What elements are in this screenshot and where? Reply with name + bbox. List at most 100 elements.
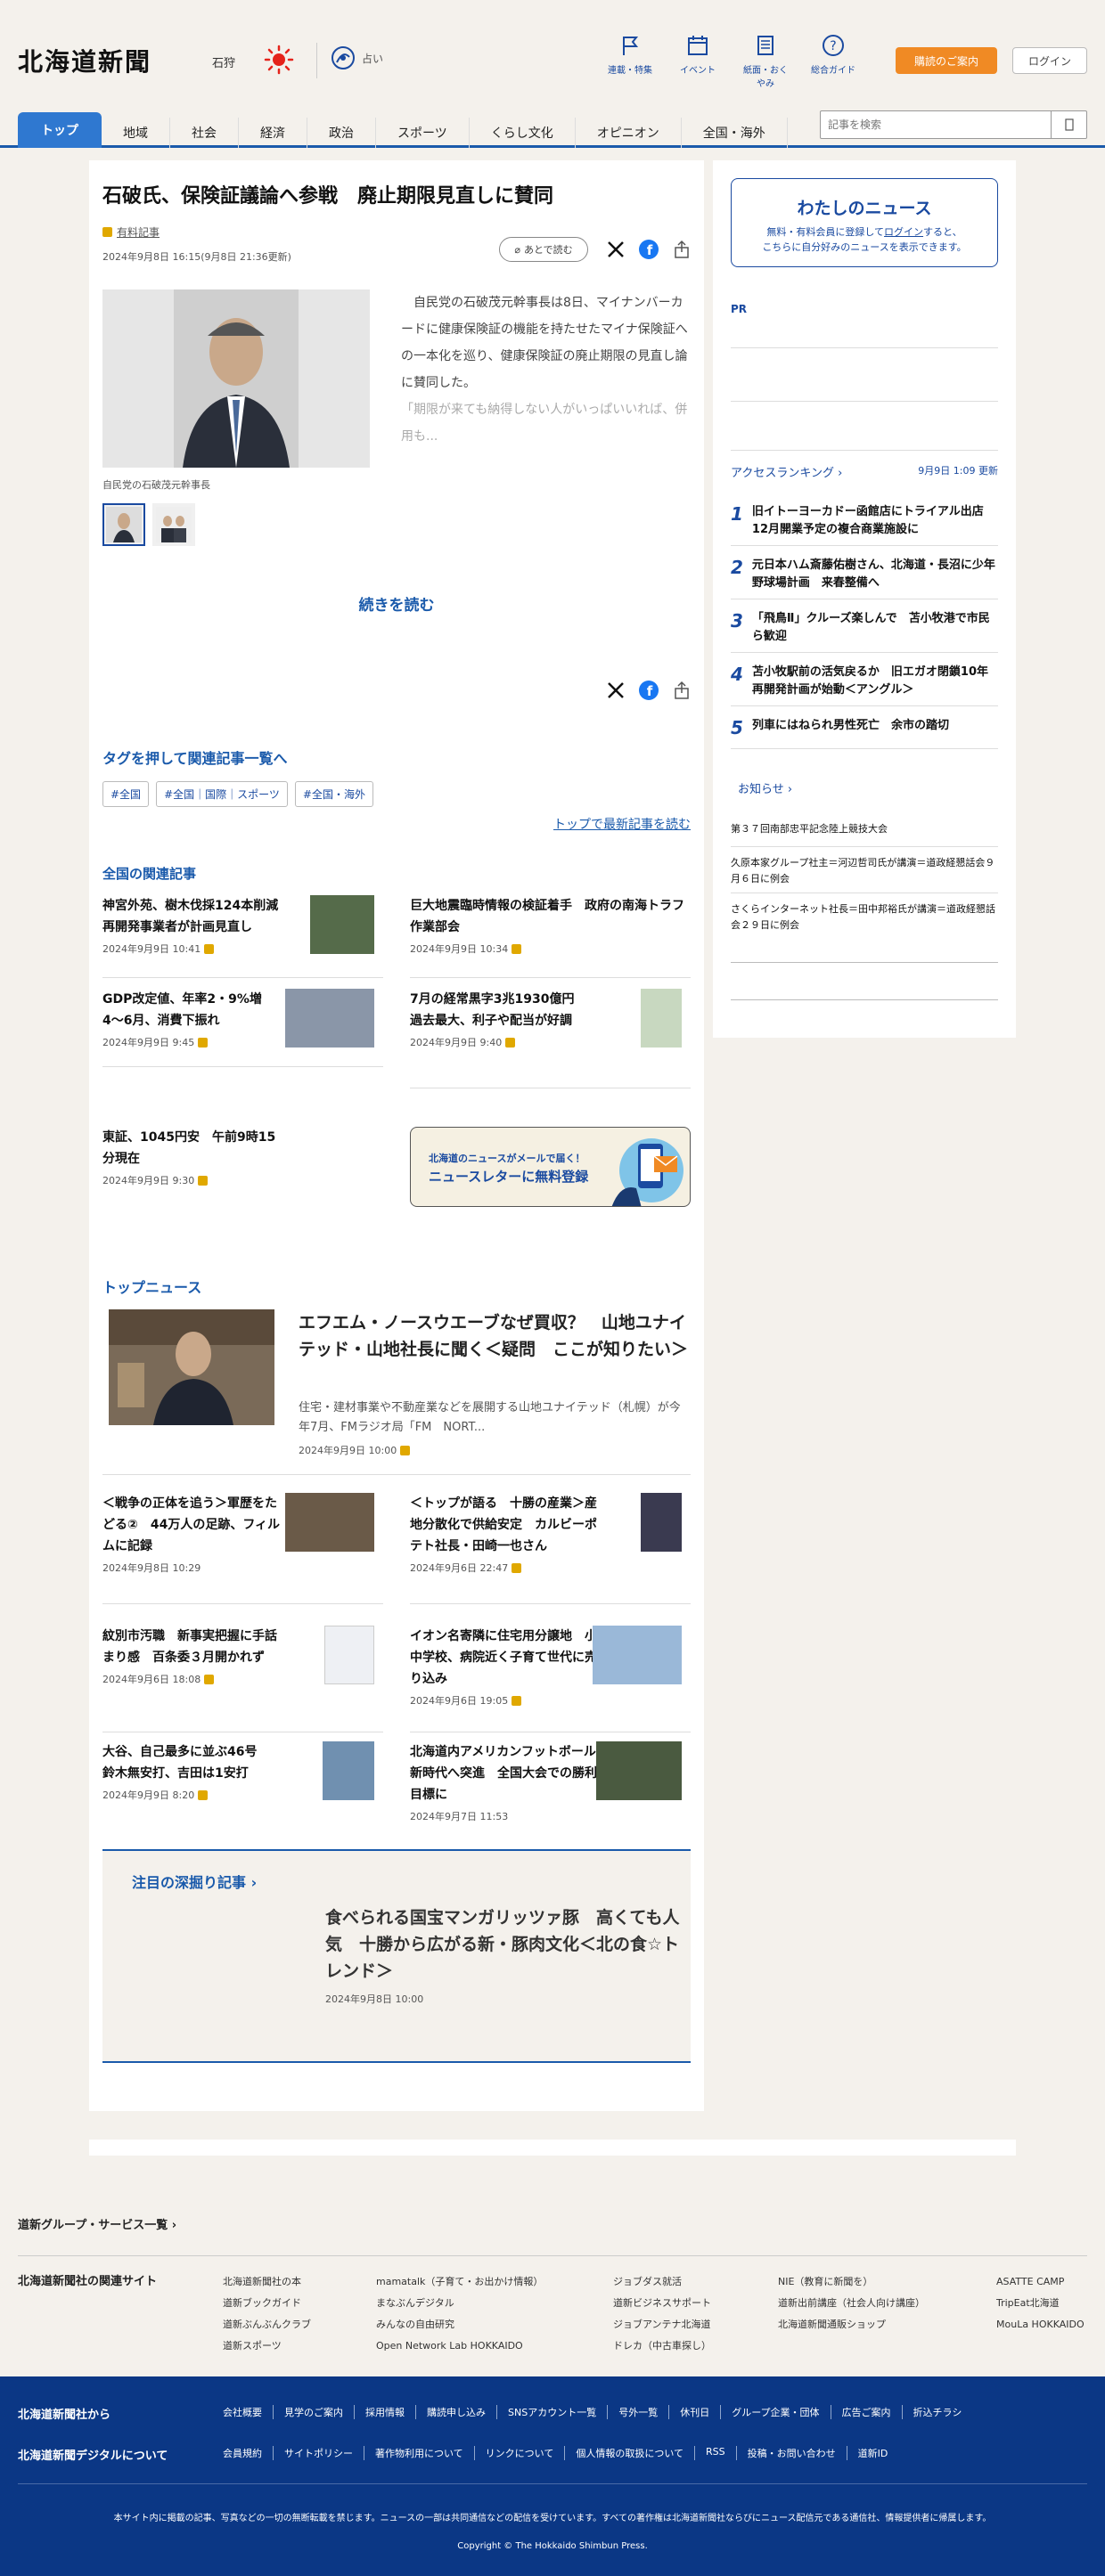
ranking-item[interactable]: 1 旧イトーヨーカドー函館店にトライアル出店 12月開業予定の複合商業施設に: [731, 503, 998, 539]
nav-guide[interactable]: ? 総合ガイド: [807, 34, 859, 89]
facebook-share-icon[interactable]: f: [638, 239, 659, 260]
related-article[interactable]: GDP改定値、年率2・9%増 4～6月、消費下振れ 2024年9月9日 9:45: [102, 989, 383, 1067]
footer-link[interactable]: 個人情報の取扱について: [564, 2446, 694, 2460]
share-icon[interactable]: [672, 240, 692, 259]
footer-link[interactable]: 道新ブックガイド: [223, 2293, 311, 2314]
footer-link[interactable]: mamatalk（子育て・お出かけ情報）: [376, 2271, 543, 2293]
x-share-icon[interactable]: [606, 681, 626, 700]
footer-link[interactable]: ドレカ（中古車探し）: [613, 2336, 711, 2357]
notice-item[interactable]: 久原本家グループ社主＝河辺哲司氏が講演＝道政経懇話会９月６日に例会: [731, 855, 998, 887]
search-button[interactable]: [1051, 111, 1086, 138]
footer-link[interactable]: SNSアカウント一覧: [496, 2405, 607, 2419]
my-news-login-link[interactable]: ログイン: [884, 226, 923, 238]
tab-sports[interactable]: スポーツ: [376, 118, 470, 148]
tab-local[interactable]: 地域: [102, 118, 170, 148]
related-article[interactable]: 7月の経常黒字3兆1930億円 過去最大、利子や配当が好調 2024年9月9日 …: [410, 989, 691, 1088]
top-news-lead-title[interactable]: エフエム・ノースウエーブなぜ買収？ 山地ユナイテッド・山地社長に聞く＜疑問 ここ…: [299, 1309, 691, 1363]
top-news-item[interactable]: ＜戦争の正体を追う＞軍歴をたどる② 44万人の足跡、フィルムに記録 2024年9…: [102, 1493, 383, 1604]
footer-link[interactable]: 北海道新聞通販ショップ: [778, 2314, 925, 2336]
footer-link[interactable]: 会社概要: [223, 2405, 273, 2419]
footer-link[interactable]: 号外一覧: [607, 2405, 668, 2419]
login-button[interactable]: ログイン: [1012, 47, 1087, 74]
x-share-icon[interactable]: [606, 240, 626, 259]
footer-link[interactable]: ジョブアンテナ北海道: [613, 2314, 711, 2336]
nav-events[interactable]: イベント: [672, 34, 724, 89]
top-news-item[interactable]: 紋別市汚職 新事実把握に手話まり感 百条委３月開かれず 2024年9月6日 18…: [102, 1626, 383, 1732]
footer-link[interactable]: 折込チラシ: [901, 2405, 973, 2419]
read-later-button[interactable]: ⌀ あとで読む: [499, 237, 588, 262]
footer-link[interactable]: リンクについて: [473, 2446, 565, 2460]
tab-top[interactable]: トップ: [18, 112, 102, 148]
footer-link[interactable]: 休刊日: [668, 2405, 720, 2419]
footer-link[interactable]: ジョブダス就活: [613, 2271, 711, 2293]
footer-link[interactable]: 北海道新聞社の本: [223, 2271, 311, 2293]
footer-link[interactable]: 投稿・お問い合わせ: [735, 2446, 847, 2460]
top-news-item[interactable]: 北海道内アメリカンフットボール 新時代へ突進 全国大会での勝利目標に 2024年…: [410, 1741, 691, 1830]
footer-link[interactable]: Open Network Lab HOKKAIDO: [376, 2336, 543, 2357]
tag-national-overseas[interactable]: #全国・海外: [294, 781, 373, 807]
ranking-title[interactable]: アクセスランキング ›: [731, 463, 842, 480]
footer-link[interactable]: 採用情報: [354, 2405, 415, 2419]
tab-culture[interactable]: くらし文化: [470, 118, 576, 148]
subscribe-button[interactable]: 購読のご案内: [896, 47, 997, 74]
search-input[interactable]: [821, 111, 1051, 138]
footer-link[interactable]: 購読申し込み: [415, 2405, 496, 2419]
ranking-item[interactable]: 2 元日本ハム斎藤佑樹さん、北海道・長沼に少年野球場計画 来春整備へ: [731, 557, 998, 592]
notice-item[interactable]: 第３７回南部忠平記念陸上競技大会: [731, 821, 998, 837]
group-services-link[interactable]: 道新グループ・サービス一覧 ›: [18, 2215, 176, 2232]
share-icon[interactable]: [672, 681, 692, 700]
site-logo[interactable]: 北海道新聞: [18, 43, 151, 78]
footer-link[interactable]: グループ企業・団体: [720, 2405, 830, 2419]
footer-link[interactable]: 道新出前講座（社会人向け講座）: [778, 2293, 925, 2314]
related-article[interactable]: 神宮外苑、樹木伐採124本削減 再開発事業者が計画見直し 2024年9月9日 1…: [102, 895, 383, 978]
footer-link[interactable]: 道新ぶんぶんクラブ: [223, 2314, 311, 2336]
footer-link[interactable]: 道新スポーツ: [223, 2336, 311, 2357]
uranai-link[interactable]: 占い: [330, 45, 383, 71]
read-more-link[interactable]: 続きを読む: [89, 592, 704, 615]
footer-link[interactable]: 見学のご案内: [273, 2405, 354, 2419]
footer-link[interactable]: TripEat北海道: [996, 2293, 1085, 2314]
footer-link[interactable]: サイトポリシー: [273, 2446, 364, 2460]
top-news-item[interactable]: 大谷、自己最多に並ぶ46号 鈴木無安打、吉田は1安打 2024年9月9日 8:2…: [102, 1741, 383, 1830]
footer-link[interactable]: MouLa HOKKAIDO: [996, 2314, 1085, 2336]
weather-sun-icon[interactable]: [264, 45, 294, 75]
newsletter-banner[interactable]: 北海道のニュースがメールで届く！ ニュースレターに無料登録: [410, 1127, 691, 1207]
footer-link[interactable]: 道新ID: [846, 2446, 899, 2460]
tab-national[interactable]: 全国・海外: [682, 118, 788, 148]
footer-link[interactable]: NIE（教育に新聞を）: [778, 2271, 925, 2293]
article-photo[interactable]: [102, 289, 370, 468]
footer-link[interactable]: 道新ビジネスサポート: [613, 2293, 711, 2314]
footer-link[interactable]: RSS: [694, 2446, 736, 2460]
tab-society[interactable]: 社会: [170, 118, 239, 148]
ranking-item[interactable]: 3 「飛鳥Ⅱ」クルーズ楽しんで 苫小牧港で市民ら歓迎: [731, 610, 998, 646]
photo-thumb[interactable]: [152, 503, 195, 546]
paid-badge[interactable]: 有料記事: [102, 224, 160, 240]
footer-link[interactable]: まなぶんデジタル: [376, 2293, 543, 2314]
related-article[interactable]: 巨大地震臨時情報の検証着手 政府の南海トラフ作業部会 2024年9月9日 10:…: [410, 895, 691, 978]
nav-series[interactable]: 連載・特集: [604, 34, 656, 89]
footer-link[interactable]: 広告ご案内: [830, 2405, 902, 2419]
footer-link[interactable]: 会員規約: [223, 2446, 273, 2460]
nav-paper[interactable]: 紙面・おくやみ: [740, 34, 791, 89]
tag-national[interactable]: #全国: [102, 781, 150, 807]
ranking-item[interactable]: 4 苫小牧駅前の活気戻るか 旧エガオ閉鎖10年 再開発計画が始動＜アングル＞: [731, 664, 1000, 699]
footer-link[interactable]: ASATTE CAMP: [996, 2271, 1085, 2293]
ranking-item[interactable]: 5 列車にはねられ男性死亡 余市の踏切: [731, 717, 998, 738]
footer-link[interactable]: みんなの自由研究: [376, 2314, 543, 2336]
tab-opinion[interactable]: オピニオン: [576, 118, 682, 148]
region-label[interactable]: 石狩: [212, 53, 235, 70]
facebook-share-icon[interactable]: f: [638, 680, 659, 701]
tab-economy[interactable]: 経済: [239, 118, 307, 148]
top-news-item[interactable]: イオン名寄隣に住宅用分譲地 小中学校、病院近く子育て世代に売り込み 2024年9…: [410, 1626, 691, 1732]
footer-link[interactable]: 著作物利用について: [364, 2446, 474, 2460]
top-news-item[interactable]: ＜トップが語る 十勝の産業＞産地分散化で供給安定 カルビーポテト社長・田崎一也さ…: [410, 1493, 691, 1604]
notice-title[interactable]: お知らせ ›: [738, 779, 792, 796]
top-latest-link[interactable]: トップで最新記事を読む: [553, 815, 691, 833]
top-news-lead-photo[interactable]: [109, 1309, 274, 1425]
photo-thumb[interactable]: [102, 503, 145, 546]
deep-dive-box[interactable]: 注目の深掘り記事 › 食べられる国宝マンガリッツァ豚 高くても人気 十勝から広が…: [102, 1849, 691, 2063]
related-article[interactable]: 東証、1045円安 午前9時15分現在 2024年9月9日 9:30: [102, 1127, 383, 1198]
tab-politics[interactable]: 政治: [307, 118, 376, 148]
notice-item[interactable]: さくらインターネット社長＝田中邦裕氏が講演＝道政経懇話会２９日に例会: [731, 901, 998, 933]
tag-national-intl-sports[interactable]: #全国｜国際｜スポーツ: [156, 781, 288, 807]
